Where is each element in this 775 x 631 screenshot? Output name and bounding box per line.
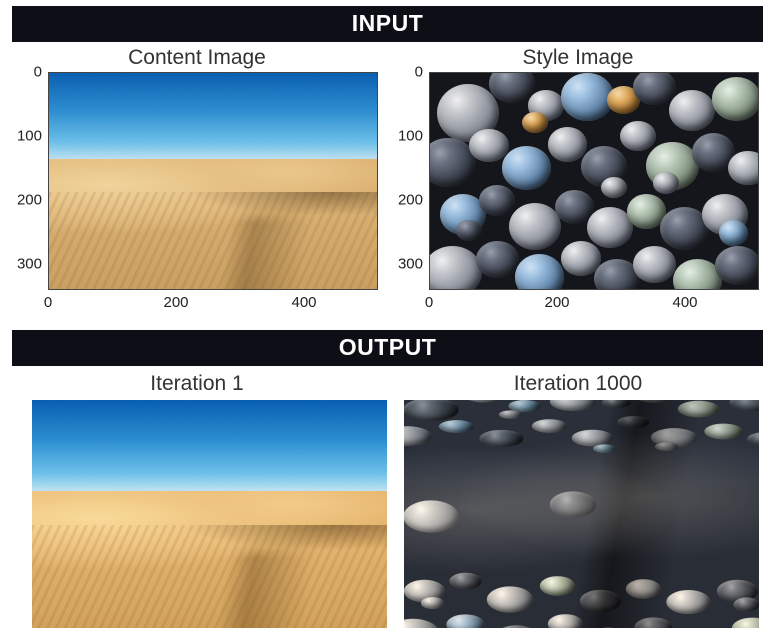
content-xtick: 200 [163, 294, 188, 311]
content-image [48, 72, 378, 290]
input-section-header: INPUT [12, 6, 763, 42]
iteration-1-title: Iteration 1 [150, 372, 243, 396]
style-xtick: 0 [425, 294, 433, 311]
output-section-header: OUTPUT [12, 330, 763, 366]
style-xtick: 200 [544, 294, 569, 311]
style-image-panel: Style Image 0 100 200 300 [389, 42, 767, 330]
input-row: Content Image 0 100 200 300 0 200 400 [8, 42, 767, 330]
content-xtick: 0 [44, 294, 52, 311]
style-image-axes: 0 100 200 300 [389, 72, 767, 330]
content-xtick: 400 [291, 294, 316, 311]
content-x-axis: 0 200 400 [48, 294, 378, 318]
style-ytick: 100 [398, 128, 423, 145]
content-ytick: 0 [34, 64, 42, 81]
content-image-axes: 0 100 200 300 0 200 400 [8, 72, 386, 330]
style-ytick: 0 [415, 64, 423, 81]
style-image-title: Style Image [523, 46, 634, 70]
style-x-axis: 0 200 400 [429, 294, 759, 318]
style-image [429, 72, 759, 290]
content-image-title: Content Image [128, 46, 266, 70]
iteration-1-image [32, 400, 387, 628]
style-ytick: 300 [398, 256, 423, 273]
iteration-1000-panel: Iteration 1000 [389, 368, 767, 628]
content-image-panel: Content Image 0 100 200 300 0 200 400 [8, 42, 386, 330]
style-y-axis: 0 100 200 300 [389, 72, 429, 290]
content-ytick: 300 [17, 256, 42, 273]
style-xtick: 400 [672, 294, 697, 311]
content-ytick: 100 [17, 128, 42, 145]
output-row: Iteration 1 Iteration 1000 [8, 368, 767, 628]
iteration-1000-title: Iteration 1000 [514, 372, 642, 396]
iteration-1-panel: Iteration 1 [8, 368, 386, 628]
iteration-1000-image [404, 400, 759, 628]
content-ytick: 200 [17, 192, 42, 209]
figure-root: INPUT Content Image 0 100 200 300 0 200 … [0, 0, 775, 631]
content-y-axis: 0 100 200 300 [8, 72, 48, 290]
style-ytick: 200 [398, 192, 423, 209]
